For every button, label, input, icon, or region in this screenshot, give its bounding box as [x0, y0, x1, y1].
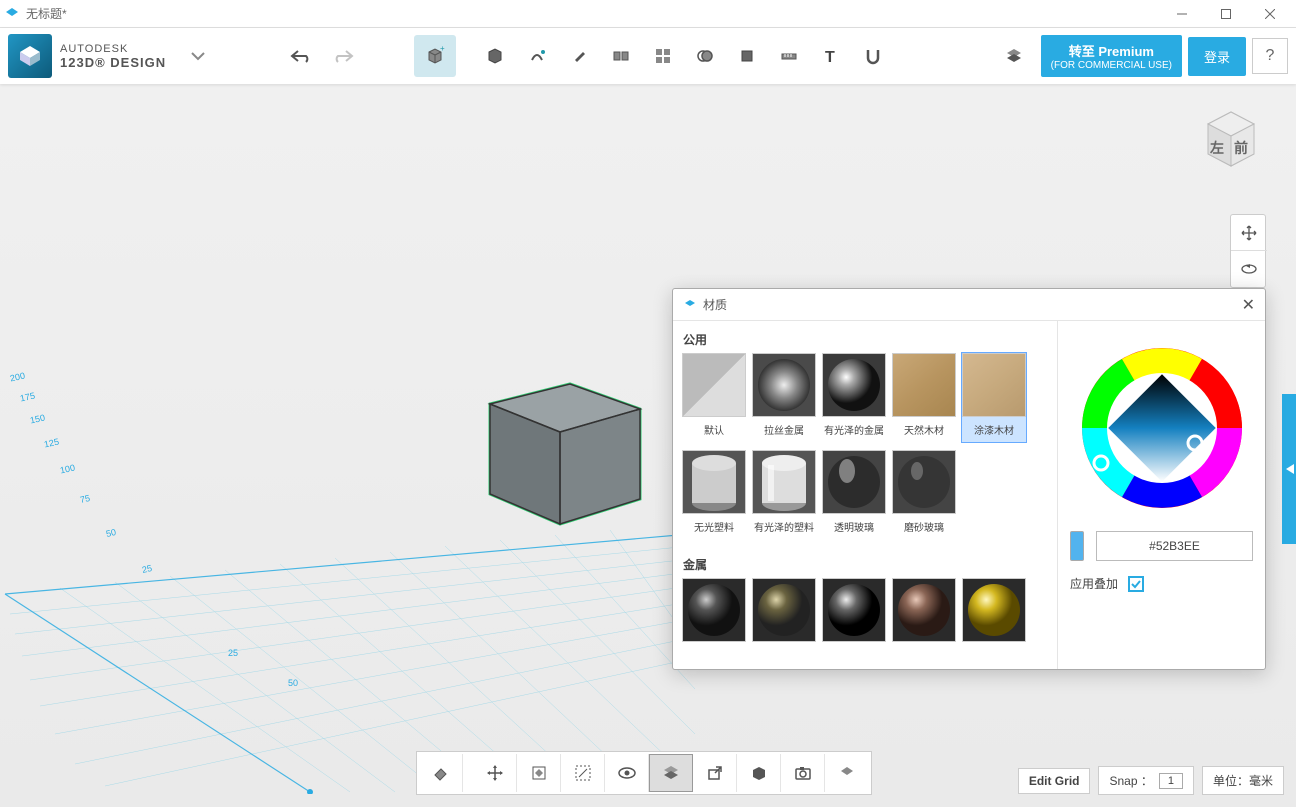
group-tool[interactable]: [642, 35, 684, 77]
help-button[interactable]: ?: [1252, 38, 1288, 74]
unit-display[interactable]: 单位：毫米: [1202, 766, 1284, 795]
window-title: 无标题*: [26, 5, 1160, 22]
material-default[interactable]: 默认: [681, 352, 747, 443]
viewcube-front-label[interactable]: 前: [1234, 138, 1248, 158]
btool-layers[interactable]: [649, 754, 693, 792]
btool-zoom[interactable]: [561, 754, 605, 792]
sketch-tool[interactable]: [474, 35, 516, 77]
grid-tick-label: 50: [105, 527, 117, 539]
viewport-canvas[interactable]: 200 175 150 125 100 75 50 25 25 50: [0, 84, 1296, 807]
btool-export[interactable]: [693, 754, 737, 792]
material-list[interactable]: 公用 默认 拉丝金属 有光泽的金属: [673, 321, 1057, 669]
dialog-titlebar[interactable]: 材质 ✕: [673, 289, 1265, 321]
svg-text:+: +: [440, 46, 445, 53]
status-bar: Edit Grid Snap ： 1 单位：毫米: [1018, 766, 1284, 795]
material-metal-4[interactable]: [891, 577, 957, 643]
btool-move[interactable]: [473, 754, 517, 792]
login-button[interactable]: 登录: [1188, 37, 1246, 76]
magnet-tool[interactable]: [852, 35, 894, 77]
app-logo-icon[interactable]: [8, 34, 52, 78]
color-swatch[interactable]: [1070, 531, 1084, 561]
color-wheel[interactable]: [1077, 343, 1247, 513]
color-panel: 应用叠加: [1057, 321, 1265, 669]
material-matte-plastic[interactable]: 无光塑料: [681, 449, 747, 540]
window-close-button[interactable]: [1248, 1, 1292, 27]
redo-button[interactable]: [322, 35, 364, 77]
svg-text:T: T: [825, 49, 835, 66]
measure-tool[interactable]: [768, 35, 810, 77]
pan-tool[interactable]: [1231, 215, 1267, 251]
grid-tick-label: 75: [79, 493, 91, 505]
primitives-tool[interactable]: +: [414, 35, 456, 77]
section-common: 公用: [681, 325, 1049, 352]
material-shiny-metal[interactable]: 有光泽的金属: [821, 352, 887, 443]
material-dialog: 材质 ✕ 公用 默认 拉丝金属 有光泽的金属: [672, 288, 1266, 670]
create-tool[interactable]: [516, 35, 558, 77]
btool-app[interactable]: [825, 754, 869, 792]
material-natural-wood[interactable]: 天然木材: [891, 352, 957, 443]
btool-camera[interactable]: [781, 754, 825, 792]
grid-tick-label: 25: [228, 648, 238, 658]
window-titlebar: 无标题*: [0, 0, 1296, 28]
color-hex-input[interactable]: [1096, 531, 1253, 561]
dialog-logo-icon: [683, 298, 697, 312]
material-metal-5[interactable]: [961, 577, 1027, 643]
viewcube[interactable]: 左 前: [1196, 104, 1266, 174]
viewcube-left-label[interactable]: 左: [1210, 138, 1224, 158]
text-tool[interactable]: T: [810, 35, 852, 77]
bottom-toolbar: [416, 751, 872, 795]
main-menu-dropdown[interactable]: [176, 45, 220, 67]
apply-overlay-checkbox[interactable]: [1128, 576, 1144, 592]
app-logo-small-icon: [4, 6, 20, 22]
window-minimize-button[interactable]: [1160, 1, 1204, 27]
material-shiny-plastic[interactable]: 有光泽的塑料: [751, 449, 817, 540]
snap-tool[interactable]: [726, 35, 768, 77]
material-metal-3[interactable]: [821, 577, 887, 643]
snap-value[interactable]: 1: [1159, 773, 1183, 789]
material-frosted-glass[interactable]: 磨砂玻璃: [891, 449, 957, 540]
modify-tool[interactable]: [558, 35, 600, 77]
undo-button[interactable]: [280, 35, 322, 77]
window-maximize-button[interactable]: [1204, 1, 1248, 27]
combine-tool[interactable]: [684, 35, 726, 77]
material-metal-2[interactable]: [751, 577, 817, 643]
dialog-close-button[interactable]: ✕: [1242, 295, 1255, 315]
snap-control[interactable]: Snap ： 1: [1098, 766, 1194, 795]
side-panel-tab[interactable]: [1282, 394, 1296, 544]
grid-tick-label: 50: [288, 678, 298, 688]
dialog-title: 材质: [703, 296, 1242, 313]
material-brushed-metal[interactable]: 拉丝金属: [751, 352, 817, 443]
material-clear-glass[interactable]: 透明玻璃: [821, 449, 887, 540]
brand-label: AUTODESK 123D® DESIGN: [60, 43, 166, 70]
main-toolbar: AUTODESK 123D® DESIGN + T 转至 Premium (FO…: [0, 28, 1296, 84]
side-nav-tools: [1230, 214, 1266, 288]
material-painted-wood[interactable]: 涂漆木材: [961, 352, 1027, 443]
section-metal: 金属: [681, 550, 1049, 577]
premium-button[interactable]: 转至 Premium (FOR COMMERCIAL USE): [1041, 35, 1182, 77]
btool-visibility[interactable]: [605, 754, 649, 792]
orbit-tool[interactable]: [1231, 251, 1267, 287]
btool-shade[interactable]: [737, 754, 781, 792]
grid-tick-label: 25: [141, 563, 153, 575]
edit-grid-button[interactable]: Edit Grid: [1018, 768, 1091, 794]
layers-button[interactable]: [993, 35, 1035, 77]
apply-overlay-label: 应用叠加: [1070, 575, 1118, 592]
pattern-tool[interactable]: [600, 35, 642, 77]
material-metal-1[interactable]: [681, 577, 747, 643]
btool-fit[interactable]: [517, 754, 561, 792]
scene-object-cube[interactable]: [480, 364, 650, 534]
btool-erase[interactable]: [419, 754, 463, 792]
